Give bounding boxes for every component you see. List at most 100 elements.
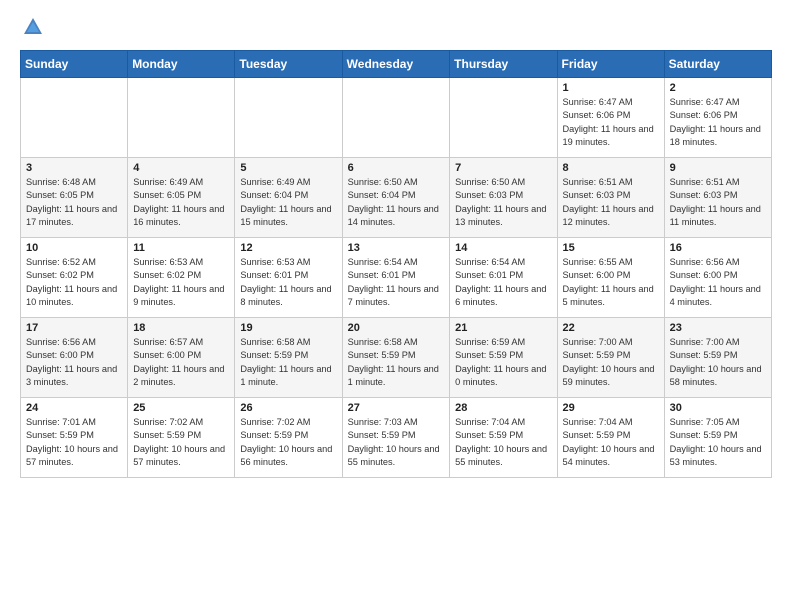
day-info: Sunrise: 7:04 AMSunset: 5:59 PMDaylight:… [563, 416, 659, 469]
day-info: Sunrise: 7:02 AMSunset: 5:59 PMDaylight:… [240, 416, 336, 469]
day-cell: 20 Sunrise: 6:58 AMSunset: 5:59 PMDayligh… [342, 318, 450, 398]
weekday-header-wednesday: Wednesday [342, 51, 450, 78]
day-cell: 25 Sunrise: 7:02 AMSunset: 5:59 PMDayligh… [128, 398, 235, 478]
day-cell: 2Sunrise: 6:47 AMSunset: 6:06 PMDaylight… [664, 78, 771, 158]
day-cell: 29 Sunrise: 7:04 AMSunset: 5:59 PMDayligh… [557, 398, 664, 478]
day-number: 16 [670, 242, 766, 254]
day-info: Sunrise: 6:49 AMSunset: 6:05 PMDaylight:… [133, 176, 229, 229]
day-info: Sunrise: 6:56 AMSunset: 6:00 PMDaylight:… [26, 336, 122, 389]
day-info: Sunrise: 7:00 AMSunset: 5:59 PMDaylight:… [670, 336, 766, 389]
day-number: 3 [26, 162, 122, 174]
week-row-1: 1 Sunrise: 6:47 AMSunset: 6:06 PMDaylight… [21, 78, 772, 158]
day-cell [21, 78, 128, 158]
day-cell: 22 Sunrise: 7:00 AMSunset: 5:59 PMDayligh… [557, 318, 664, 398]
weekday-header-thursday: Thursday [450, 51, 557, 78]
day-number: 28 [455, 402, 551, 414]
day-info: Sunrise: 7:04 AMSunset: 5:59 PMDaylight:… [455, 416, 551, 469]
day-cell: 3 Sunrise: 6:48 AMSunset: 6:05 PMDaylight… [21, 158, 128, 238]
day-info: Sunrise: 7:02 AMSunset: 5:59 PMDaylight:… [133, 416, 229, 469]
day-number: 22 [563, 322, 659, 334]
day-cell: 11 Sunrise: 6:53 AMSunset: 6:02 PMDayligh… [128, 238, 235, 318]
day-number: 14 [455, 242, 551, 254]
header [20, 16, 772, 38]
calendar: SundayMondayTuesdayWednesdayThursdayFrid… [20, 50, 772, 478]
calendar-body: 1 Sunrise: 6:47 AMSunset: 6:06 PMDaylight… [21, 78, 772, 478]
day-cell: 28 Sunrise: 7:04 AMSunset: 5:59 PMDayligh… [450, 398, 557, 478]
day-info: Sunrise: 6:57 AMSunset: 6:00 PMDaylight:… [133, 336, 229, 389]
day-number: 4 [133, 162, 229, 174]
weekday-header-saturday: Saturday [664, 51, 771, 78]
day-cell: 17Sunrise: 6:56 AMSunset: 6:00 PMDayligh… [21, 318, 128, 398]
weekday-row: SundayMondayTuesdayWednesdayThursdayFrid… [21, 51, 772, 78]
day-info: Sunrise: 6:53 AMSunset: 6:02 PMDaylight:… [133, 256, 229, 309]
logo-icon [22, 16, 44, 38]
day-number: 23 [670, 322, 766, 334]
day-info: Sunrise: 6:59 AMSunset: 5:59 PMDaylight:… [455, 336, 551, 389]
day-number: 13 [348, 242, 445, 254]
day-info: Sunrise: 6:58 AMSunset: 5:59 PMDaylight:… [240, 336, 336, 389]
day-number: 7 [455, 162, 551, 174]
day-info: Sunrise: 6:54 AMSunset: 6:01 PMDaylight:… [455, 256, 551, 309]
day-number: 20 [348, 322, 445, 334]
day-cell: 10 Sunrise: 6:52 AMSunset: 6:02 PMDayligh… [21, 238, 128, 318]
day-number: 9 [670, 162, 766, 174]
day-number: 11 [133, 242, 229, 254]
day-cell: 7 Sunrise: 6:50 AMSunset: 6:03 PMDaylight… [450, 158, 557, 238]
day-cell: 9 Sunrise: 6:51 AMSunset: 6:03 PMDaylight… [664, 158, 771, 238]
day-info: Sunrise: 7:05 AMSunset: 5:59 PMDaylight:… [670, 416, 766, 469]
day-info: Sunrise: 6:53 AMSunset: 6:01 PMDaylight:… [240, 256, 336, 309]
day-number: 27 [348, 402, 445, 414]
weekday-header-monday: Monday [128, 51, 235, 78]
day-cell: 21Sunrise: 6:59 AMSunset: 5:59 PMDayligh… [450, 318, 557, 398]
calendar-header: SundayMondayTuesdayWednesdayThursdayFrid… [21, 51, 772, 78]
day-info: Sunrise: 6:48 AMSunset: 6:05 PMDaylight:… [26, 176, 122, 229]
day-number: 25 [133, 402, 229, 414]
day-cell: 14 Sunrise: 6:54 AMSunset: 6:01 PMDayligh… [450, 238, 557, 318]
day-info: Sunrise: 6:51 AMSunset: 6:03 PMDaylight:… [563, 176, 659, 229]
day-number: 30 [670, 402, 766, 414]
week-row-2: 3 Sunrise: 6:48 AMSunset: 6:05 PMDaylight… [21, 158, 772, 238]
day-info: Sunrise: 6:47 AMSunset: 6:06 PMDaylight:… [670, 96, 766, 149]
day-info: Sunrise: 6:52 AMSunset: 6:02 PMDaylight:… [26, 256, 122, 309]
day-number: 6 [348, 162, 445, 174]
day-cell: 26 Sunrise: 7:02 AMSunset: 5:59 PMDayligh… [235, 398, 342, 478]
day-cell [342, 78, 450, 158]
day-number: 19 [240, 322, 336, 334]
day-cell: 6Sunrise: 6:50 AMSunset: 6:04 PMDaylight… [342, 158, 450, 238]
day-info: Sunrise: 6:49 AMSunset: 6:04 PMDaylight:… [240, 176, 336, 229]
week-row-5: 24 Sunrise: 7:01 AMSunset: 5:59 PMDayligh… [21, 398, 772, 478]
day-info: Sunrise: 6:51 AMSunset: 6:03 PMDaylight:… [670, 176, 766, 229]
day-cell: 8 Sunrise: 6:51 AMSunset: 6:03 PMDaylight… [557, 158, 664, 238]
day-cell: 24 Sunrise: 7:01 AMSunset: 5:59 PMDayligh… [21, 398, 128, 478]
day-info: Sunrise: 6:58 AMSunset: 5:59 PMDaylight:… [348, 336, 445, 389]
day-number: 5 [240, 162, 336, 174]
day-number: 24 [26, 402, 122, 414]
day-info: Sunrise: 7:01 AMSunset: 5:59 PMDaylight:… [26, 416, 122, 469]
day-info: Sunrise: 7:00 AMSunset: 5:59 PMDaylight:… [563, 336, 659, 389]
day-cell: 13 Sunrise: 6:54 AMSunset: 6:01 PMDayligh… [342, 238, 450, 318]
day-info: Sunrise: 6:56 AMSunset: 6:00 PMDaylight:… [670, 256, 766, 309]
day-number: 8 [563, 162, 659, 174]
day-cell: 15 Sunrise: 6:55 AMSunset: 6:00 PMDayligh… [557, 238, 664, 318]
day-number: 26 [240, 402, 336, 414]
day-info: Sunrise: 6:54 AMSunset: 6:01 PMDaylight:… [348, 256, 445, 309]
day-number: 15 [563, 242, 659, 254]
week-row-3: 10 Sunrise: 6:52 AMSunset: 6:02 PMDayligh… [21, 238, 772, 318]
day-number: 18 [133, 322, 229, 334]
day-cell: 1 Sunrise: 6:47 AMSunset: 6:06 PMDaylight… [557, 78, 664, 158]
day-cell [450, 78, 557, 158]
day-cell: 18 Sunrise: 6:57 AMSunset: 6:00 PMDayligh… [128, 318, 235, 398]
day-info: Sunrise: 7:03 AMSunset: 5:59 PMDaylight:… [348, 416, 445, 469]
weekday-header-friday: Friday [557, 51, 664, 78]
day-cell: 23 Sunrise: 7:00 AMSunset: 5:59 PMDayligh… [664, 318, 771, 398]
day-number: 10 [26, 242, 122, 254]
day-number: 1 [563, 82, 659, 94]
day-info: Sunrise: 6:50 AMSunset: 6:03 PMDaylight:… [455, 176, 551, 229]
day-cell [235, 78, 342, 158]
day-cell: 5 Sunrise: 6:49 AMSunset: 6:04 PMDaylight… [235, 158, 342, 238]
page: SundayMondayTuesdayWednesdayThursdayFrid… [0, 0, 792, 494]
day-info: Sunrise: 6:55 AMSunset: 6:00 PMDaylight:… [563, 256, 659, 309]
logo [20, 16, 44, 38]
day-info: Sunrise: 6:47 AMSunset: 6:06 PMDaylight:… [563, 96, 659, 149]
day-number: 29 [563, 402, 659, 414]
